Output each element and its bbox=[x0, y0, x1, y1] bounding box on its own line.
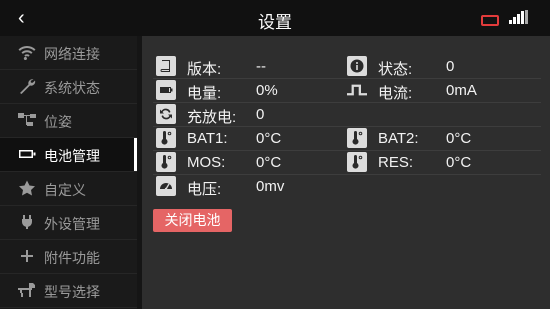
sidebar-item-custom[interactable]: 自定义 bbox=[0, 172, 137, 206]
bat1-label: BAT1: bbox=[187, 130, 228, 147]
sidebar: 网络连接 系统状态 位姿 电池管理 自定义 外设管理 附件功能 型号选择 bbox=[0, 36, 137, 309]
page-title: 设置 bbox=[258, 13, 292, 32]
thermometer-icon bbox=[156, 128, 176, 148]
robot-dog-icon bbox=[18, 283, 35, 297]
sidebar-item-accessories[interactable]: 附件功能 bbox=[0, 240, 137, 274]
wrench-icon bbox=[20, 79, 36, 94]
wifi-icon bbox=[18, 46, 36, 60]
voltage-label: 电压: bbox=[187, 181, 222, 198]
row-divider bbox=[153, 150, 541, 151]
sidebar-item-battery[interactable]: 电池管理 bbox=[0, 138, 137, 172]
level-label: 电量: bbox=[187, 85, 222, 102]
pulse-wave-icon bbox=[347, 80, 367, 100]
sidebar-item-pose[interactable]: 位姿 bbox=[0, 104, 137, 138]
mos-label: MOS: bbox=[187, 154, 226, 171]
charge-value: 0 bbox=[256, 106, 265, 123]
mos-value: 0°C bbox=[256, 154, 282, 171]
sidebar-item-label: 型号选择 bbox=[44, 284, 100, 300]
top-bar: ‹ 设置 bbox=[0, 0, 550, 36]
status-label: 状态: bbox=[378, 61, 413, 78]
sidebar-item-model[interactable]: 型号选择 bbox=[0, 274, 137, 308]
bat1-value: 0°C bbox=[256, 130, 282, 147]
sidebar-item-label: 位姿 bbox=[44, 114, 72, 130]
bat2-label: BAT2: bbox=[378, 130, 419, 147]
level-value: 0% bbox=[256, 82, 278, 99]
version-value: -- bbox=[256, 58, 266, 75]
sidebar-item-network[interactable]: 网络连接 bbox=[0, 36, 137, 70]
thermometer-icon bbox=[156, 152, 176, 172]
gauge-icon bbox=[156, 176, 176, 196]
sidebar-item-label: 网络连接 bbox=[44, 46, 100, 62]
battery-icon bbox=[19, 150, 36, 158]
thermometer-icon bbox=[347, 128, 367, 148]
sidebar-item-system-status[interactable]: 系统状态 bbox=[0, 70, 137, 104]
charge-label: 充放电: bbox=[187, 109, 237, 126]
sidebar-item-label: 电池管理 bbox=[44, 148, 100, 164]
star-icon bbox=[19, 180, 35, 196]
res-label: RES: bbox=[378, 154, 414, 171]
sidebar-item-label: 附件功能 bbox=[44, 250, 100, 266]
signal-strength-icon bbox=[509, 10, 529, 24]
hierarchy-icon bbox=[18, 113, 36, 126]
battery-level-icon bbox=[156, 80, 176, 100]
current-value: 0mA bbox=[446, 82, 477, 99]
book-icon bbox=[156, 56, 176, 76]
plus-icon bbox=[21, 250, 33, 262]
row-divider bbox=[153, 174, 541, 175]
battery-status-icon bbox=[481, 15, 499, 26]
voltage-value: 0mv bbox=[256, 178, 285, 195]
sidebar-item-label: 系统状态 bbox=[44, 80, 100, 96]
info-icon bbox=[347, 56, 367, 76]
version-label: 版本: bbox=[187, 61, 222, 78]
res-value: 0°C bbox=[446, 154, 472, 171]
status-value: 0 bbox=[446, 58, 455, 75]
refresh-icon bbox=[156, 104, 176, 124]
sidebar-item-peripherals[interactable]: 外设管理 bbox=[0, 206, 137, 240]
bat2-value: 0°C bbox=[446, 130, 472, 147]
close-battery-button[interactable]: 关闭电池 bbox=[153, 209, 232, 232]
sidebar-item-label: 自定义 bbox=[44, 182, 86, 198]
thermometer-icon bbox=[347, 152, 367, 172]
sidebar-item-label: 外设管理 bbox=[44, 216, 100, 232]
plug-icon bbox=[22, 215, 32, 229]
current-label: 电流: bbox=[378, 85, 413, 102]
